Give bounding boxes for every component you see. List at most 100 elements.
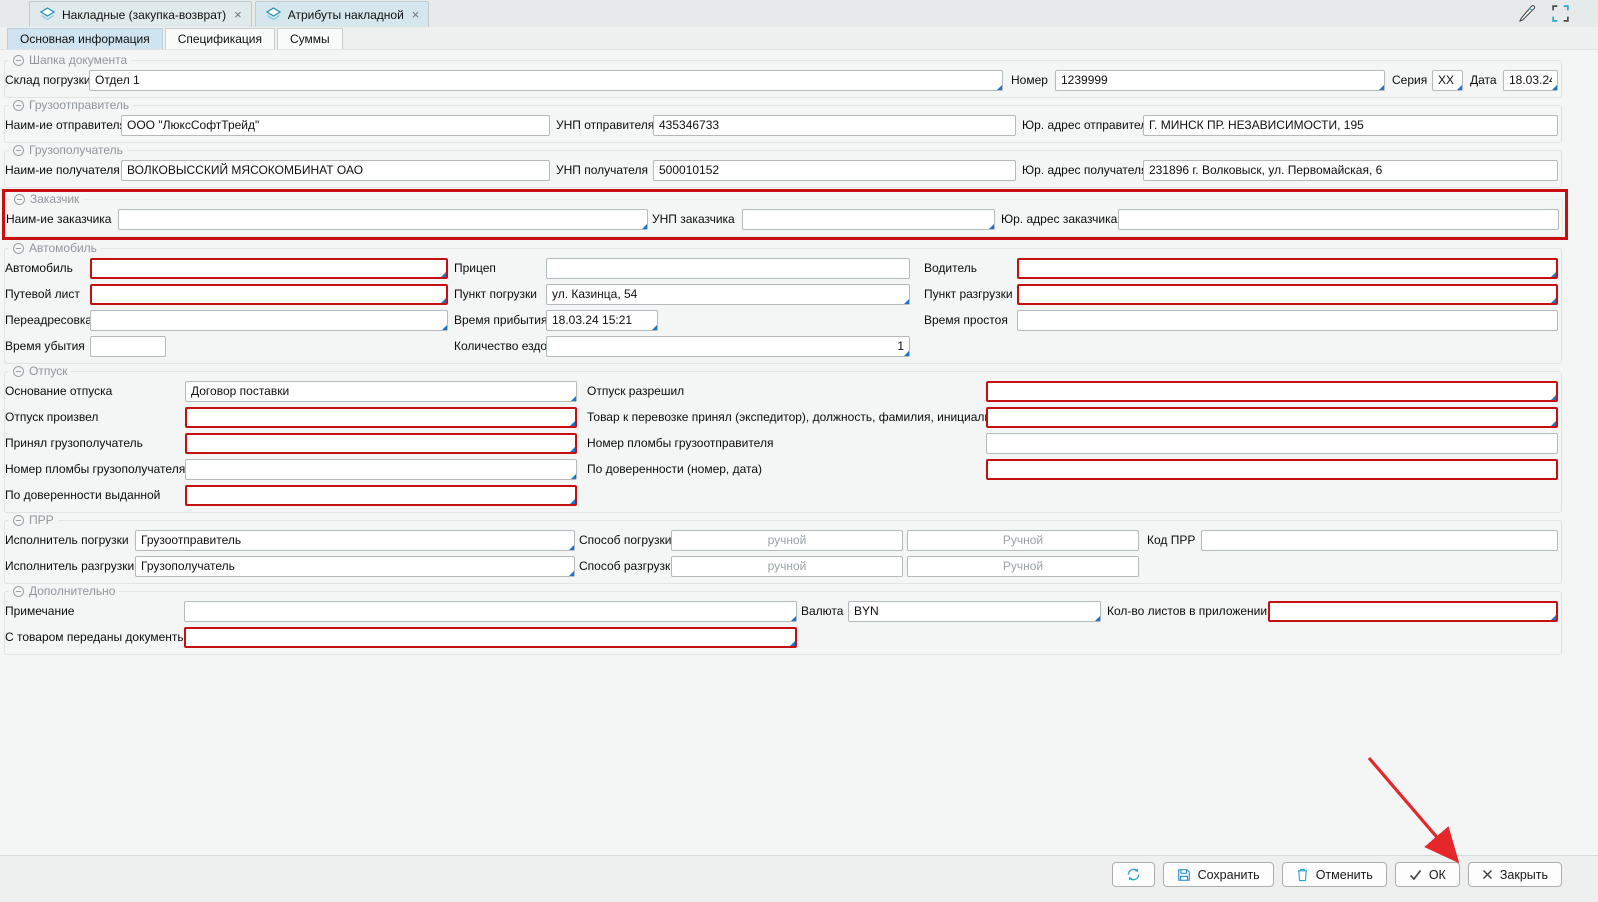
edit-corner <box>1551 395 1556 400</box>
field-label: Дата <box>1470 73 1503 87</box>
field-label: Исполнитель погрузки <box>5 533 135 547</box>
main-form: Шапка документа Склад погрузки Отдел 1 Н… <box>0 50 1598 655</box>
naim-zakazchika-input[interactable] <box>118 209 648 230</box>
tab-close-icon[interactable]: × <box>234 7 242 22</box>
required-section-outline: Заказчик Наим-ие заказчика УНП заказчика… <box>2 189 1568 240</box>
punkt-razgruzki-input[interactable] <box>1017 284 1558 305</box>
voditel-input[interactable] <box>1017 258 1558 279</box>
section-legend: Отпуск <box>9 364 71 378</box>
field-label: УНП получателя <box>556 163 653 177</box>
primechanie-input[interactable] <box>184 601 797 622</box>
otpusk-proizvel-input[interactable] <box>185 407 577 428</box>
yur-adres-poluchatelya-input[interactable]: 231896 г. Волковыск, ул. Первомайская, 6 <box>1143 160 1558 181</box>
edit-corner <box>1551 421 1556 426</box>
subtab-summy[interactable]: Суммы <box>277 28 343 49</box>
field-label: Способ разгрузки <box>579 559 671 573</box>
field-label: Примечание <box>5 604 184 618</box>
pereadresovka-input[interactable] <box>90 310 448 331</box>
cancel-button[interactable]: Отменить <box>1282 862 1387 887</box>
naim-otpravitelya-input[interactable]: ООО "ЛюксСофтТрейд" <box>121 115 550 136</box>
kolichestvo-ezdok-input[interactable]: 1 <box>546 336 910 357</box>
collapse-icon[interactable] <box>13 515 24 526</box>
nomer-plomby-gruzootpravitelya-input[interactable] <box>986 433 1558 454</box>
tab-close-icon[interactable]: × <box>412 7 420 22</box>
putevoy-list-input[interactable] <box>90 284 448 305</box>
refresh-icon <box>1126 867 1141 882</box>
sposob-pogruzki-input-1[interactable]: ручной <box>671 530 903 551</box>
sposob-razgruzki-input-1[interactable]: ручной <box>671 556 903 577</box>
otpusk-razreshil-input[interactable] <box>986 381 1558 402</box>
edit-corner <box>1551 298 1556 303</box>
edit-corner <box>904 351 909 356</box>
avtomobil-input[interactable] <box>90 258 448 279</box>
field-label: Наим-ие отправителя <box>5 118 121 132</box>
collapse-icon[interactable] <box>13 145 24 156</box>
nomer-input[interactable]: 1239999 <box>1055 70 1385 91</box>
yur-adres-otpravitelya-input[interactable]: Г. МИНСК ПР. НЕЗАВИСИМОСТИ, 195 <box>1143 115 1558 136</box>
kod-prr-input[interactable] <box>1201 530 1558 551</box>
valyuta-input[interactable]: BYN <box>848 601 1101 622</box>
yur-adres-zakazchika-input[interactable] <box>1118 209 1559 230</box>
tab-nakladnye[interactable]: Накладные (закупка-возврат) × <box>29 1 252 27</box>
naim-poluchatelya-input[interactable]: ВОЛКОВЫССКИЙ МЯСОКОМБИНАТ ОАО <box>121 160 550 181</box>
footer-toolbar: Сохранить Отменить ОК Закрыть <box>0 855 1598 902</box>
fullscreen-icon[interactable] <box>1551 4 1570 23</box>
s-tovarom-dokumenty-input[interactable] <box>184 627 797 648</box>
sposob-razgruzki-input-2[interactable]: Ручной <box>907 556 1139 577</box>
edit-corner <box>1457 85 1462 90</box>
field-label: Основание отпуска <box>5 384 185 398</box>
sklad-pogruzki-input[interactable]: Отдел 1 <box>89 70 1003 91</box>
edit-corner <box>570 421 575 426</box>
punkt-pogruzki-input[interactable]: ул. Казинца, 54 <box>546 284 910 305</box>
unp-otpravitelya-input[interactable]: 435346733 <box>653 115 1016 136</box>
po-doverennosti-input[interactable] <box>986 459 1558 480</box>
unp-poluchatelya-input[interactable]: 500010152 <box>653 160 1016 181</box>
collapse-icon[interactable] <box>13 100 24 111</box>
edit-corner <box>571 474 576 479</box>
tovar-prinyal-input[interactable] <box>986 407 1558 428</box>
edit-icon[interactable] <box>1517 3 1538 23</box>
ispolnitel-pogruzki-input[interactable]: Грузоотправитель <box>135 530 575 551</box>
sposob-pogruzki-input-2[interactable]: Ручной <box>907 530 1139 551</box>
data-input[interactable]: 18.03.24 <box>1503 70 1558 91</box>
vremya-prostoya-input[interactable] <box>1017 310 1558 331</box>
edit-corner <box>571 396 576 401</box>
vremya-ubytiya-input[interactable] <box>90 336 166 357</box>
refresh-button[interactable] <box>1112 862 1155 887</box>
field-label: Номер <box>1011 73 1055 87</box>
section-otpusk: Отпуск Основание отпуска Договор поставк… <box>4 364 1562 513</box>
save-button[interactable]: Сохранить <box>1163 862 1274 887</box>
pricep-input[interactable] <box>546 258 910 279</box>
prinyal-gruzopoluchatel-input[interactable] <box>185 433 577 454</box>
field-label: УНП отправителя <box>556 118 653 132</box>
window-tab-bar: Накладные (закупка-возврат) × Атрибуты н… <box>0 0 1598 27</box>
unp-zakazchika-input[interactable] <box>742 209 995 230</box>
kolvo-listov-input[interactable] <box>1268 601 1558 622</box>
section-dopolnitelno: Дополнительно Примечание Валюта BYN Кол-… <box>4 584 1562 655</box>
collapse-icon[interactable] <box>13 55 24 66</box>
tab-atributy-nakladnoy[interactable]: Атрибуты накладной × <box>255 1 430 27</box>
subtab-specifikaciya[interactable]: Спецификация <box>165 28 275 49</box>
edit-corner <box>1551 272 1556 277</box>
close-button[interactable]: Закрыть <box>1468 862 1562 887</box>
field-label: Номер пломбы грузоотправителя <box>587 436 986 450</box>
ispolnitel-razgruzki-input[interactable]: Грузополучатель <box>135 556 575 577</box>
po-doverennosti-vydannoy-input[interactable] <box>185 485 577 506</box>
section-gruzopoluchatel: Грузополучатель Наим-ие получателя ВОЛКО… <box>4 143 1562 188</box>
edit-corner <box>570 499 575 504</box>
subtab-osnovnaya-informaciya[interactable]: Основная информация <box>7 28 163 49</box>
collapse-icon[interactable] <box>13 243 24 254</box>
section-legend: Дополнительно <box>9 584 119 598</box>
seriya-input[interactable]: XX <box>1432 70 1463 91</box>
collapse-icon[interactable] <box>13 586 24 597</box>
section-legend: Грузоотправитель <box>9 98 133 112</box>
edit-corner <box>1552 85 1557 90</box>
ok-button[interactable]: ОК <box>1395 862 1460 887</box>
nomer-plomby-gruzopoluchatelya-input[interactable] <box>185 459 577 480</box>
collapse-icon[interactable] <box>14 194 25 205</box>
osnovanie-otpuska-input[interactable]: Договор поставки <box>185 381 577 402</box>
close-icon <box>1482 869 1493 880</box>
collapse-icon[interactable] <box>13 366 24 377</box>
vremya-pribytiya-input[interactable]: 18.03.24 15:21 <box>546 310 658 331</box>
edit-corner <box>997 85 1002 90</box>
